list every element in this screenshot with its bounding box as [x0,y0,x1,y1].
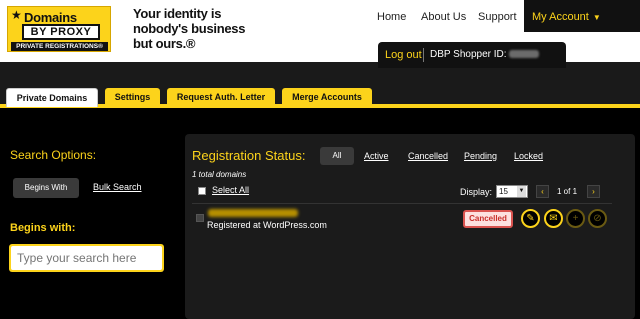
search-input[interactable] [11,246,162,270]
chevron-down-icon: ▼ [592,13,601,22]
my-account-label: My Account [532,11,589,23]
tab-settings[interactable]: Settings [105,88,160,107]
logo[interactable]: ★ Domains BY PROXY PRIVATE REGISTRATIONS… [7,6,111,52]
search-options-title: Search Options: [10,148,97,162]
nav-support[interactable]: Support [478,11,517,23]
logo-line2: BY PROXY [22,24,100,40]
display-label: Display: [460,187,493,197]
logout-link[interactable]: Log out [385,49,422,61]
row-checkbox[interactable] [196,214,204,222]
filter-locked[interactable]: Locked [514,151,543,161]
registration-status-title: Registration Status: [192,148,306,163]
shopper-id-redacted [509,50,540,59]
filter-active[interactable]: Active [364,151,389,161]
my-account-menu[interactable]: My Account ▼ [524,0,640,32]
domain-name-redacted[interactable] [208,209,298,217]
sidebar [0,108,180,319]
tab-merge-accounts[interactable]: Merge Accounts [282,88,372,107]
prev-page-button[interactable]: ‹ [536,185,549,198]
add-icon[interactable]: + [566,209,585,228]
begins-with-button[interactable]: Begins With [13,178,79,198]
nav-home[interactable]: Home [377,11,406,23]
row-divider [192,203,612,204]
tagline-line2: nobody's business [133,21,246,36]
select-all-link[interactable]: Select All [212,185,249,195]
edit-icon[interactable]: ✎ [521,209,540,228]
begins-with-label: Begins with: [10,222,76,234]
registrar-text: Registered at WordPress.com [207,220,327,230]
star-icon: ★ [11,8,22,22]
status-badge: Cancelled [463,210,513,228]
page-info: 1 of 1 [557,187,578,196]
nav-about[interactable]: About Us [421,11,466,23]
filter-pending[interactable]: Pending [464,151,497,161]
filter-cancelled[interactable]: Cancelled [408,151,448,161]
logo-line1: Domains [24,10,77,25]
next-page-button[interactable]: › [587,185,600,198]
display-select[interactable]: 15 ▼ [496,185,528,198]
bulk-search-link[interactable]: Bulk Search [93,182,142,192]
tab-request-auth-letter[interactable]: Request Auth. Letter [167,88,275,107]
tagline: Your identity is nobody's business but o… [133,6,245,51]
account-bar: Log out DBP Shopper ID: [378,42,566,68]
display-value: 15 [499,187,508,196]
filter-all[interactable]: All [320,147,354,165]
tab-private-domains[interactable]: Private Domains [6,88,98,107]
cancel-icon[interactable]: ⊘ [588,209,607,228]
divider [423,48,424,62]
total-domains: 1 total domains [192,170,247,179]
search-field-wrap [9,244,164,272]
select-all-checkbox[interactable] [198,187,206,195]
logo-line3: PRIVATE REGISTRATIONS® [11,42,108,51]
email-icon[interactable]: ✉ [544,209,563,228]
tagline-line1: Your identity is [133,6,222,21]
tagline-line3: but ours.® [133,36,196,51]
shopper-id-label: DBP Shopper ID: [430,49,507,60]
chevron-down-icon: ▼ [517,186,526,197]
shopper-id: DBP Shopper ID: [430,49,540,60]
